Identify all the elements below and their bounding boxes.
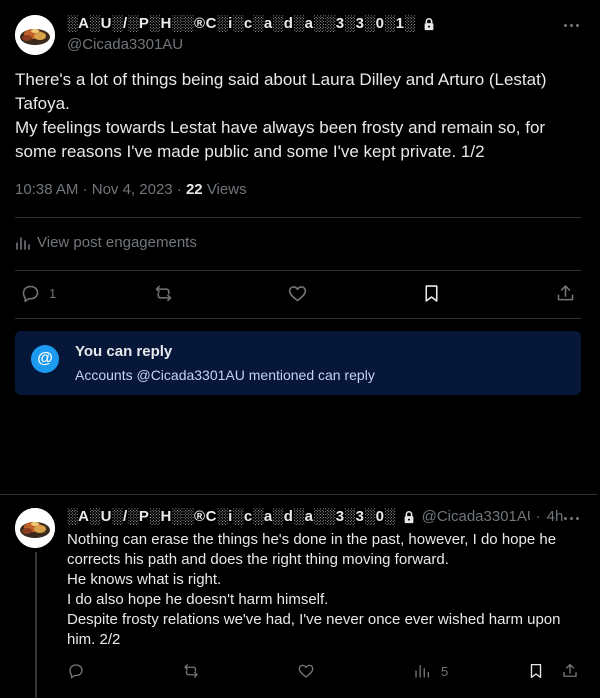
share-button[interactable] — [561, 662, 579, 680]
lock-icon — [404, 510, 413, 523]
more-options-button[interactable] — [560, 507, 582, 529]
post-meta: 10:38 AM · Nov 4, 2023 · 22 Views — [15, 181, 247, 198]
like-button[interactable] — [287, 283, 308, 304]
reply-author-row: ░A░U░/░P░H░░®C░i░c░a░d░a░░3░3░0░ @Cicada… — [67, 508, 564, 525]
display-name[interactable]: ░A░U░/░P░H░░®C░i░c░a░d░a░░3░3░0░1░ — [67, 15, 416, 32]
reply-notice-title: You can reply — [75, 343, 173, 360]
action-bar: 1 — [15, 280, 581, 310]
avatar-image — [15, 508, 55, 548]
author-row: ░A░U░/░P░H░░®C░i░c░a░d░a░░3░3░0░1░ — [67, 15, 436, 32]
post-time[interactable]: 10:38 AM — [15, 181, 78, 198]
reply-line: He knows what is right. — [67, 571, 222, 588]
analytics-icon — [16, 236, 30, 250]
reply-line: I do also hope he doesn't harm himself. — [67, 591, 329, 608]
view-engagements-link[interactable]: View post engagements — [15, 234, 197, 251]
reply-icon — [22, 285, 39, 303]
views-label: Views — [206, 181, 247, 198]
display-name[interactable]: ░A░U░/░P░H░░®C░i░c░a░d░a░░3░3░0░ — [67, 508, 396, 525]
avatar-image — [15, 15, 55, 55]
like-button[interactable] — [297, 662, 315, 680]
post-paragraph: There's a lot of things being said about… — [15, 70, 547, 113]
avatar[interactable] — [15, 15, 55, 55]
reply-icon — [69, 664, 83, 679]
share-button[interactable] — [555, 283, 576, 304]
analytics-icon — [415, 665, 430, 678]
handle[interactable]: @Cicada3301AU — [422, 508, 530, 525]
reply-line: Despite frosty relations we've had, I've… — [67, 611, 561, 648]
bookmark-icon — [530, 663, 542, 679]
heart-icon — [288, 286, 307, 302]
repost-icon — [184, 664, 198, 678]
reply-action-bar: 5 — [67, 662, 582, 686]
reply-notice-subtitle: Accounts @Cicada3301AU mentioned can rep… — [75, 367, 375, 383]
view-engagements-label: View post engagements — [37, 234, 197, 251]
avatar[interactable] — [15, 508, 55, 548]
divider — [15, 270, 581, 271]
reply-button[interactable] — [67, 662, 85, 680]
reply-line: Nothing can erase the things he's done i… — [67, 531, 557, 568]
divider — [15, 217, 581, 218]
views-button[interactable]: 5 — [413, 662, 448, 680]
more-options-button[interactable] — [560, 14, 582, 36]
reply-restriction-notice: @ You can reply Accounts @Cicada3301AU m… — [15, 331, 581, 395]
views-count: 22 — [185, 181, 203, 198]
post-text: There's a lot of things being said about… — [15, 68, 580, 164]
handle[interactable]: @Cicada3301AU — [67, 36, 183, 53]
post-date[interactable]: Nov 4, 2023 — [92, 181, 173, 198]
mention-icon: @ — [31, 345, 59, 373]
reply-views-count: 5 — [441, 663, 449, 679]
bookmark-icon — [425, 285, 438, 302]
repost-button[interactable] — [153, 283, 174, 304]
lock-icon — [424, 17, 433, 30]
reply-text: Nothing can erase the things he's done i… — [67, 530, 577, 650]
bookmark-button[interactable] — [421, 283, 442, 304]
divider — [15, 318, 581, 319]
post-paragraph: My feelings towards Lestat have always b… — [15, 118, 546, 161]
repost-icon — [155, 285, 172, 302]
share-icon — [557, 285, 574, 301]
heart-icon — [298, 664, 314, 678]
divider — [0, 494, 597, 495]
reply-button[interactable]: 1 — [20, 283, 56, 304]
repost-button[interactable] — [182, 662, 200, 680]
thread-line — [35, 552, 37, 698]
bookmark-button[interactable] — [527, 662, 545, 680]
share-icon — [563, 663, 577, 677]
reply-count: 1 — [49, 286, 57, 301]
